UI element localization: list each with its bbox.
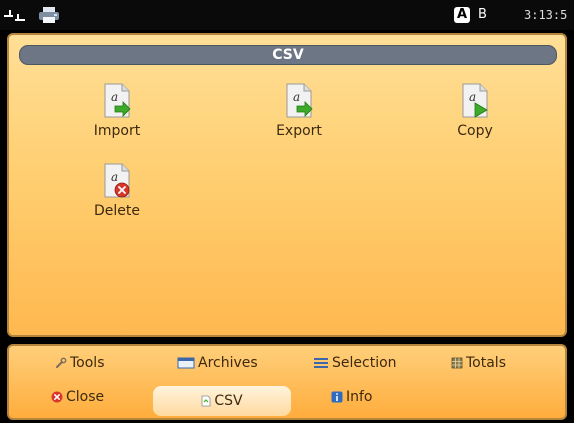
menu-totals[interactable]: Totals	[451, 355, 506, 381]
svg-text:a: a	[111, 170, 118, 184]
menu-csv[interactable]: CSV	[153, 386, 291, 416]
copy-button[interactable]: a Copy	[425, 83, 525, 139]
menu-selection-label: Selection	[332, 355, 397, 371]
export-doc-icon: a	[286, 83, 313, 118]
delete-doc-icon: a	[104, 163, 130, 198]
close-icon	[51, 391, 63, 403]
csv-panel: CSV a Import a Export a Copy a Delete	[7, 33, 567, 337]
import-button[interactable]: a Import	[67, 83, 167, 139]
clock: 3:13:5	[524, 8, 568, 22]
archive-icon	[177, 357, 195, 369]
bottom-menu: Tools Archives Selection Totals Close CS	[7, 344, 567, 420]
export-label: Export	[276, 123, 322, 139]
status-bar: A B 3:13:5	[0, 0, 574, 30]
menu-archives-label: Archives	[198, 355, 258, 371]
menu-selection[interactable]: Selection	[313, 355, 397, 381]
import-label: Import	[93, 123, 141, 139]
selection-icon	[314, 358, 328, 368]
menu-totals-label: Totals	[466, 355, 506, 371]
totals-icon	[451, 357, 463, 369]
svg-text:a: a	[293, 90, 300, 104]
profile-a-badge: A	[454, 7, 470, 23]
wrench-icon	[56, 357, 67, 368]
menu-info-label: Info	[346, 389, 373, 405]
delete-label: Delete	[94, 203, 140, 219]
menu-archives[interactable]: Archives	[177, 355, 258, 381]
printer-icon	[39, 7, 59, 23]
menu-info[interactable]: Info	[331, 389, 373, 415]
export-button[interactable]: a Export	[249, 83, 349, 139]
menu-close[interactable]: Close	[51, 389, 104, 415]
svg-text:a: a	[111, 90, 118, 104]
panel-title: CSV	[19, 45, 557, 65]
copy-doc-icon: a	[462, 83, 488, 118]
menu-close-label: Close	[66, 389, 105, 405]
profile-b-label: B	[478, 7, 487, 22]
menu-tools[interactable]: Tools	[55, 355, 105, 381]
delete-button[interactable]: a Delete	[67, 163, 167, 219]
info-icon	[331, 391, 343, 403]
menu-tools-label: Tools	[70, 355, 105, 371]
copy-label: Copy	[457, 123, 493, 139]
usb-icon	[4, 10, 25, 21]
csv-icon	[201, 395, 211, 407]
menu-csv-label: CSV	[214, 393, 243, 409]
svg-text:a: a	[469, 90, 476, 104]
import-doc-icon: a	[104, 83, 131, 118]
